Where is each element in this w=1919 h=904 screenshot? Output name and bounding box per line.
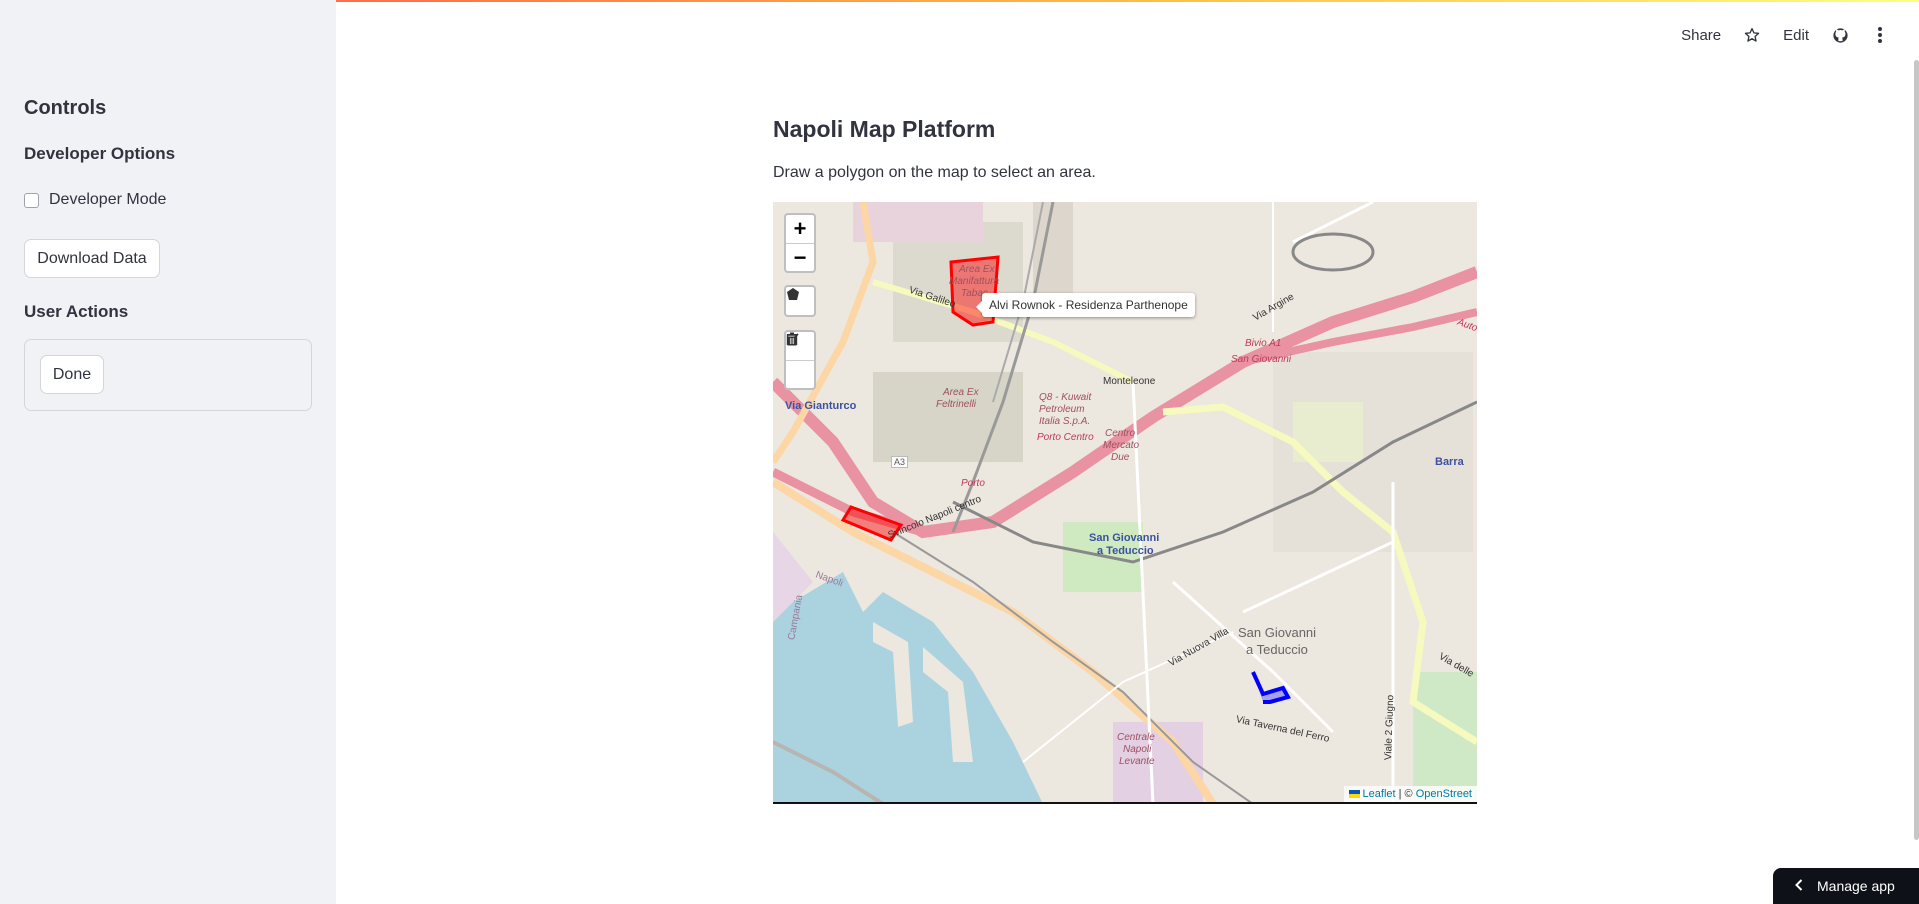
draw-toolbar	[784, 285, 816, 317]
map-label: Petroleum	[1039, 404, 1085, 415]
map-label: a Teduccio	[1246, 642, 1308, 657]
map-label: Monteleone	[1103, 376, 1156, 387]
ukraine-flag-icon	[1348, 790, 1360, 799]
map-label: a Teduccio	[1097, 545, 1154, 557]
zoom-control: + −	[784, 213, 816, 273]
map-label: Via Gianturco	[785, 400, 857, 412]
sidebar: Controls Developer Options Developer Mod…	[0, 0, 336, 904]
done-button[interactable]: Done	[40, 355, 104, 394]
map-label: Italia S.p.A.	[1039, 416, 1091, 427]
map-container[interactable]: Via Gianturco Area Ex Feltrinelli Area E…	[773, 202, 1477, 804]
developer-mode-label: Developer Mode	[49, 191, 167, 208]
map-label: Centro	[1105, 428, 1136, 439]
map-label: Area Ex	[959, 264, 995, 275]
map-label: Due	[1111, 452, 1130, 463]
kebab-menu-icon[interactable]	[1871, 26, 1889, 44]
user-actions-form: Done	[24, 339, 312, 411]
share-button[interactable]: Share	[1681, 27, 1721, 44]
manage-app-button[interactable]: Manage app	[1773, 868, 1919, 904]
download-data-button[interactable]: Download Data	[24, 239, 160, 278]
map-label: Manifattura	[949, 276, 1000, 287]
map-label: San Giovanni	[1231, 354, 1292, 365]
openstreetmap-link[interactable]: OpenStreet	[1416, 788, 1472, 800]
developer-options-heading: Developer Options	[24, 144, 176, 163]
map-label: Levante	[1119, 756, 1155, 767]
zoom-out-button[interactable]: −	[786, 243, 814, 271]
app-header-toolbar: Share Edit	[1681, 26, 1889, 44]
edit-toolbar	[784, 330, 816, 390]
map-label: San Giovanni	[1089, 532, 1160, 544]
chevron-left-icon	[1795, 878, 1803, 894]
map-label: Barra	[1435, 456, 1464, 468]
attribution-separator: | ©	[1398, 788, 1413, 800]
map-label: Bivio A1	[1245, 338, 1282, 349]
map-label: A3	[891, 456, 909, 468]
leaflet-link[interactable]: Leaflet	[1363, 788, 1396, 800]
star-icon[interactable]	[1743, 26, 1761, 44]
map-attribution: Leaflet | © OpenStreet	[1343, 786, 1477, 802]
trash-icon[interactable]	[786, 332, 814, 388]
map-label: Napoli	[1123, 744, 1152, 755]
map-label: Q8 - Kuwait	[1039, 392, 1092, 403]
polygon-tool-icon[interactable]	[786, 287, 814, 315]
map-label: Feltrinelli	[936, 399, 977, 410]
polygon-tooltip: Alvi Rownok - Residenza Parthenope	[976, 293, 1195, 317]
github-icon[interactable]	[1831, 26, 1849, 44]
sidebar-title: Controls	[24, 97, 107, 119]
user-actions-heading: User Actions	[24, 302, 129, 321]
map-label: Porto	[961, 478, 985, 489]
manage-app-label: Manage app	[1817, 878, 1895, 894]
map-label: Mercato	[1103, 440, 1140, 451]
zoom-in-button[interactable]: +	[786, 215, 814, 243]
map-label: Centrale	[1117, 732, 1155, 743]
map-label: Porto Centro	[1037, 432, 1094, 443]
page-title: Napoli Map Platform	[773, 116, 996, 142]
page-scrollbar[interactable]	[1914, 60, 1919, 840]
developer-mode-checkbox[interactable]: Developer Mode	[24, 191, 166, 209]
map-label: Viale 2 Giugno	[1383, 694, 1397, 761]
map-label: San Giovanni	[1238, 625, 1317, 640]
checkbox-icon[interactable]	[24, 192, 39, 208]
map-label: Area Ex	[943, 387, 979, 398]
edit-button[interactable]: Edit	[1783, 27, 1809, 44]
page-description: Draw a polygon on the map to select an a…	[773, 164, 1096, 181]
